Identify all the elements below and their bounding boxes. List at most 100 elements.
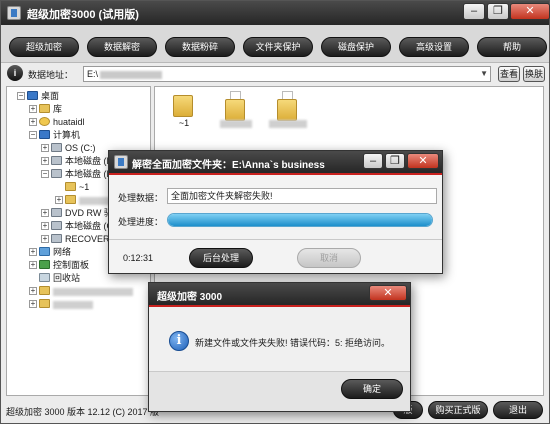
drive-icon bbox=[51, 156, 62, 165]
expand-icon[interactable]: + bbox=[41, 157, 49, 165]
tree-label: ~1 bbox=[79, 182, 90, 192]
tree-item-blurred-2[interactable]: + bbox=[29, 298, 93, 310]
background-process-button[interactable]: 后台处理 bbox=[189, 248, 253, 268]
tree-item-network[interactable]: + 网络 bbox=[29, 246, 71, 258]
expand-icon[interactable]: + bbox=[41, 235, 49, 243]
address-row: i 数据地址： E:\ ▼ 查看 换肤 bbox=[1, 63, 549, 85]
tree-item-drive-d[interactable]: + 本地磁盘 (D bbox=[41, 155, 113, 167]
folder-icon[interactable] bbox=[277, 91, 299, 121]
decrypt-progress-dialog: 解密全面加密文件夹：E:\Anna`s business – ❐ ✕ 处理数据：… bbox=[108, 150, 443, 274]
expand-icon[interactable]: + bbox=[41, 144, 49, 152]
progress-label: 处理进度： bbox=[118, 217, 164, 227]
file-label bbox=[266, 118, 310, 128]
tree-label: 本地磁盘 (D bbox=[65, 156, 113, 166]
close-button[interactable]: ✕ bbox=[407, 153, 439, 169]
error-dialog: 超级加密 3000 ✕ i 新建文件或文件夹失败! 错误代码：5: 拒绝访问。 … bbox=[148, 282, 411, 412]
super-encrypt-button[interactable]: 超级加密 bbox=[9, 37, 79, 57]
switch-skin-button[interactable]: 换肤 bbox=[523, 66, 545, 82]
drive-icon bbox=[51, 234, 62, 243]
tree-label: 本地磁盘 (G bbox=[65, 221, 114, 231]
info-icon: i bbox=[169, 331, 189, 351]
address-info-icon: i bbox=[7, 65, 23, 81]
data-shred-button[interactable]: 数据粉碎 bbox=[165, 37, 235, 57]
tree-item-recovery[interactable]: + RECOVERY bbox=[41, 233, 115, 245]
drive-icon bbox=[51, 169, 62, 178]
error-message: 新建文件或文件夹失败! 错误代码：5: 拒绝访问。 bbox=[195, 338, 391, 348]
elapsed-time: 0:12:31 bbox=[123, 253, 154, 263]
tree-item-control-panel[interactable]: + 控制面板 bbox=[29, 259, 90, 271]
folder-icon[interactable] bbox=[225, 91, 247, 121]
expand-icon[interactable]: + bbox=[41, 209, 49, 217]
tree-item-dvd[interactable]: + DVD RW 驱 bbox=[41, 207, 113, 219]
tree-item-library[interactable]: + 库 bbox=[29, 103, 62, 115]
folder-protect-button[interactable]: 文件夹保护 bbox=[243, 37, 313, 57]
exit-button[interactable]: 退出 bbox=[493, 401, 543, 419]
file-label: ~1 bbox=[178, 118, 190, 128]
tree-item-user[interactable]: + huataidl bbox=[29, 116, 85, 128]
cancel-button[interactable]: 取消 bbox=[297, 248, 361, 268]
tree-label: huataidl bbox=[53, 117, 85, 127]
address-input[interactable]: E:\ ▼ bbox=[83, 66, 491, 82]
tree-label: DVD RW 驱 bbox=[65, 208, 113, 218]
data-label: 处理数据： bbox=[118, 193, 164, 203]
restore-button[interactable]: ❐ bbox=[385, 153, 405, 169]
toolbar: 超级加密 数据解密 数据粉碎 文件夹保护 磁盘保护 高级设置 帮助 bbox=[1, 25, 549, 63]
tree-item-drive-g[interactable]: + 本地磁盘 (G bbox=[41, 220, 114, 232]
data-field: 全面加密文件夹解密失败! bbox=[167, 188, 437, 204]
progress-bar bbox=[167, 213, 433, 227]
address-blurred-text bbox=[100, 70, 163, 79]
collapse-icon[interactable]: − bbox=[17, 92, 25, 100]
title-accent-line bbox=[149, 305, 410, 307]
collapse-icon[interactable]: − bbox=[41, 170, 49, 178]
expand-icon[interactable]: + bbox=[29, 105, 37, 113]
advanced-settings-button[interactable]: 高级设置 bbox=[399, 37, 469, 57]
minimize-button[interactable]: – bbox=[463, 3, 485, 20]
ok-button[interactable]: 确定 bbox=[341, 379, 403, 399]
restore-button[interactable]: ❐ bbox=[487, 3, 509, 20]
view-button[interactable]: 查看 bbox=[498, 66, 520, 82]
tree-label: 计算机 bbox=[53, 130, 81, 140]
user-icon bbox=[39, 117, 50, 126]
collapse-icon[interactable]: − bbox=[29, 131, 37, 139]
expand-icon[interactable]: + bbox=[41, 222, 49, 230]
help-button[interactable]: 帮助 bbox=[477, 37, 547, 57]
folder-icon bbox=[65, 195, 76, 204]
tree-item-computer[interactable]: − 计算机 bbox=[29, 129, 81, 141]
close-button[interactable]: ✕ bbox=[369, 285, 407, 301]
title-bar: 超级加密3000 (试用版) – ❐ ✕ bbox=[1, 1, 550, 25]
chevron-down-icon[interactable]: ▼ bbox=[480, 67, 488, 81]
expand-icon[interactable]: + bbox=[29, 287, 37, 295]
close-button[interactable]: ✕ bbox=[510, 3, 550, 20]
expand-icon[interactable]: + bbox=[55, 196, 63, 204]
expand-icon[interactable]: + bbox=[29, 248, 37, 256]
tree-item-drive-e[interactable]: − 本地磁盘 (E bbox=[41, 168, 113, 180]
tree-item-drive-c[interactable]: + OS (C:) bbox=[41, 142, 96, 154]
tree-item-folder-tilde1[interactable]: ~1 bbox=[65, 181, 89, 193]
network-icon bbox=[39, 247, 50, 256]
tree-item-desktop[interactable]: − 桌面 bbox=[17, 90, 59, 102]
drive-icon bbox=[51, 143, 62, 152]
recycle-bin-icon bbox=[39, 273, 50, 282]
buy-full-version-button[interactable]: 购买正式版 bbox=[428, 401, 488, 419]
folder-icon bbox=[39, 286, 50, 295]
expand-icon[interactable]: + bbox=[29, 261, 37, 269]
control-panel-icon bbox=[39, 260, 50, 269]
app-icon bbox=[114, 155, 128, 169]
dvd-drive-icon bbox=[51, 208, 62, 217]
minimize-button[interactable]: – bbox=[363, 153, 383, 169]
file-label bbox=[214, 118, 258, 128]
disk-protect-button[interactable]: 磁盘保护 bbox=[321, 37, 391, 57]
computer-icon bbox=[39, 130, 50, 139]
library-icon bbox=[39, 104, 50, 113]
expand-icon[interactable]: + bbox=[29, 118, 37, 126]
tree-label: 控制面板 bbox=[53, 260, 90, 270]
tree-label: 回收站 bbox=[53, 273, 81, 283]
window-title: 超级加密3000 (试用版) bbox=[27, 9, 139, 21]
folder-icon bbox=[39, 299, 50, 308]
address-label: 数据地址： bbox=[28, 70, 74, 80]
folder-icon[interactable] bbox=[173, 91, 195, 119]
data-decrypt-button[interactable]: 数据解密 bbox=[87, 37, 157, 57]
tree-item-blurred-1[interactable]: + bbox=[29, 285, 133, 297]
tree-item-recycle-bin[interactable]: 回收站 bbox=[39, 272, 80, 284]
expand-icon[interactable]: + bbox=[29, 300, 37, 308]
